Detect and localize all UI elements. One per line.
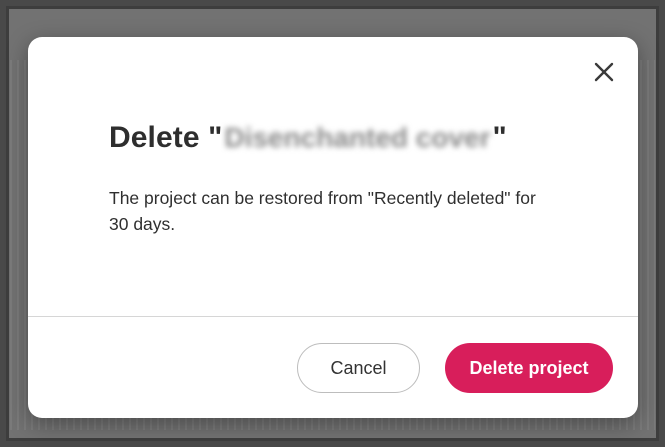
cancel-button[interactable]: Cancel	[297, 343, 420, 393]
project-name: Disenchanted cover	[224, 122, 491, 153]
delete-project-dialog: Delete " Disenchanted cover " The projec…	[28, 37, 638, 418]
dialog-title-suffix: "	[492, 121, 507, 154]
close-icon	[594, 62, 614, 82]
dialog-title-prefix: Delete "	[109, 121, 223, 154]
close-button[interactable]	[590, 58, 618, 86]
dialog-title: Delete " Disenchanted cover "	[109, 121, 507, 155]
dialog-divider	[28, 316, 638, 317]
dialog-message: The project can be restored from "Recent…	[109, 188, 536, 234]
delete-project-button[interactable]: Delete project	[445, 343, 613, 393]
